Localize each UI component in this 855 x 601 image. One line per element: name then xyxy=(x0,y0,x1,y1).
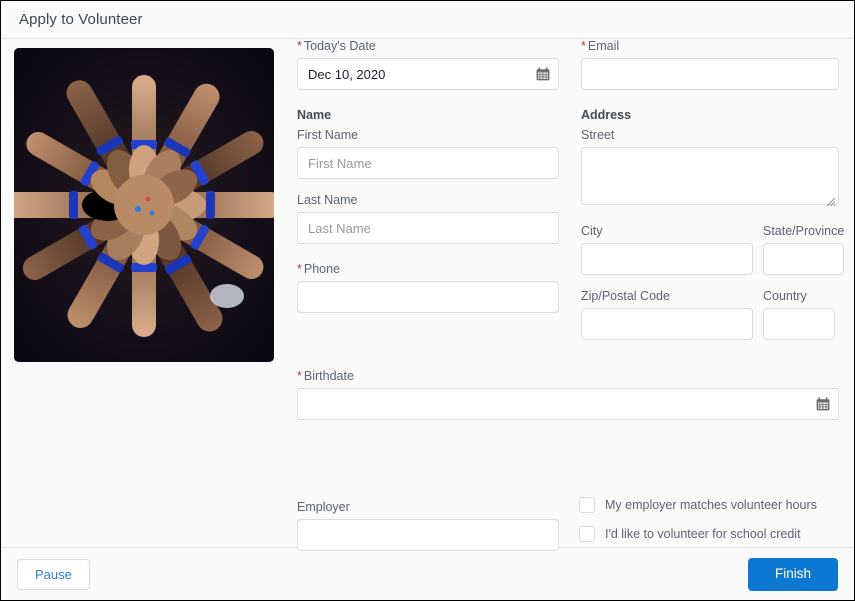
checkbox-label: My employer matches volunteer hours xyxy=(605,498,817,512)
required-asterisk: * xyxy=(297,369,302,383)
birthdate-row: * Birthdate xyxy=(297,369,839,420)
address-section-heading: Address xyxy=(581,108,632,122)
finish-button[interactable]: Finish xyxy=(747,557,838,591)
country-field-group: Country xyxy=(763,289,835,340)
country-label: Country xyxy=(763,289,807,303)
state-field-group: State/Province xyxy=(763,224,845,275)
left-column: *Today's Date Name First Name xyxy=(297,39,559,313)
todays-date-label: * Today's Date xyxy=(297,39,559,54)
phone-label-text: Phone xyxy=(303,262,341,276)
street-label: Street xyxy=(581,128,615,142)
todays-date-field-wrap xyxy=(297,58,559,90)
birthdate-label-text: Birthdate xyxy=(303,369,354,383)
name-section-heading: Name xyxy=(297,108,332,122)
zip-country-row: Zip/Postal Code Country xyxy=(581,289,839,340)
email-label-text: Email xyxy=(587,39,620,53)
city-state-row: City State/Province xyxy=(581,224,845,275)
first-name-label: First Name xyxy=(297,128,359,142)
todays-date-label-text: Today's Date xyxy=(303,39,376,53)
checkbox-employer-match[interactable]: My employer matches volunteer hours xyxy=(579,497,841,513)
employer-input[interactable] xyxy=(297,519,559,551)
zip-label: Zip/Postal Code xyxy=(581,289,670,303)
state-label: State/Province xyxy=(763,224,845,238)
todays-date-input[interactable] xyxy=(297,58,559,90)
state-input[interactable] xyxy=(763,243,845,275)
birthdate-input[interactable] xyxy=(297,388,839,420)
country-input[interactable] xyxy=(763,308,835,340)
apply-to-volunteer-window: Apply to Volunteer * Today's Date Dec 10… xyxy=(0,0,855,601)
form-body: *Today's Date Name First Name xyxy=(1,39,854,551)
checkbox-school-credit[interactable]: I'd like to volunteer for school credit xyxy=(579,526,841,542)
employer-label: Employer xyxy=(297,500,350,514)
required-asterisk: * xyxy=(297,39,302,53)
checkbox-icon[interactable] xyxy=(579,526,595,542)
pause-button[interactable]: Pause xyxy=(17,558,90,590)
last-name-input[interactable] xyxy=(297,212,559,244)
window-header: Apply to Volunteer xyxy=(1,1,854,39)
city-input[interactable] xyxy=(581,243,753,275)
page-title: Apply to Volunteer xyxy=(19,11,143,28)
first-name-input[interactable] xyxy=(297,147,559,179)
checkbox-group: My employer matches volunteer hours I'd … xyxy=(579,497,841,555)
right-column: * Email Address Street City State/Provinc xyxy=(581,39,845,340)
city-field-group: City xyxy=(581,224,753,275)
checkbox-icon[interactable] xyxy=(579,497,595,513)
phone-label: * Phone xyxy=(297,262,559,277)
employer-field-group: Employer xyxy=(297,500,559,551)
email-label: * Email xyxy=(581,39,839,54)
required-asterisk: * xyxy=(581,39,586,53)
street-textarea[interactable] xyxy=(581,147,839,205)
checkbox-label: I'd like to volunteer for school credit xyxy=(605,527,801,541)
city-label: City xyxy=(581,224,603,238)
street-field-wrap xyxy=(581,147,839,210)
zip-field-group: Zip/Postal Code xyxy=(581,289,753,340)
email-input[interactable] xyxy=(581,58,839,90)
required-asterisk: * xyxy=(297,262,302,276)
hands-circle-image xyxy=(14,48,274,362)
zip-input[interactable] xyxy=(581,308,753,340)
last-name-label: Last Name xyxy=(297,193,358,207)
phone-input[interactable] xyxy=(297,281,559,313)
birthdate-label: * Birthdate xyxy=(297,369,839,384)
birthdate-field-wrap xyxy=(297,388,839,420)
